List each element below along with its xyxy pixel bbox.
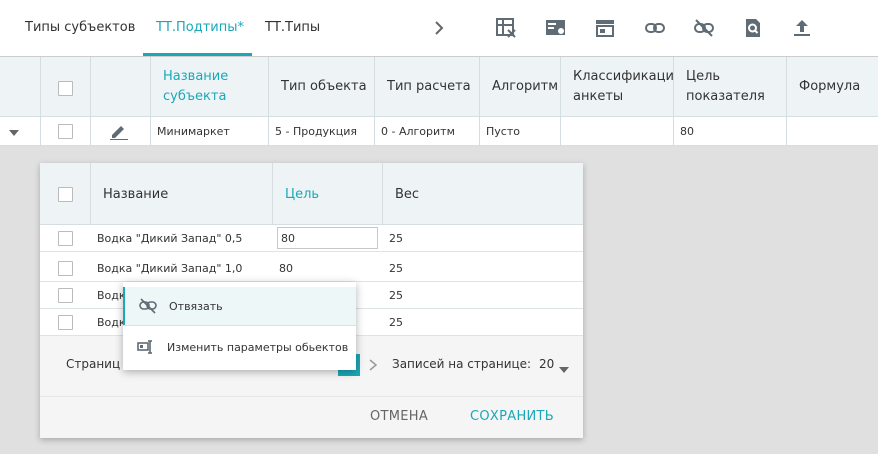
divider <box>786 57 787 146</box>
dialog-column-header-weight[interactable]: Вес <box>395 163 419 225</box>
target-input[interactable]: 80 <box>277 227 378 249</box>
column-header-object-type[interactable]: Тип объекта <box>269 57 374 117</box>
caret-down-icon[interactable] <box>559 362 569 376</box>
dialog-column-header-name[interactable]: Название <box>103 163 168 225</box>
link-icon[interactable] <box>644 17 666 39</box>
item-name: Водка "Дикий Запад" 0,5 <box>97 232 243 245</box>
column-header-algorithm[interactable]: Алгоритм <box>480 57 560 117</box>
item-weight: 25 <box>389 262 403 275</box>
doc-search-icon[interactable] <box>742 17 764 39</box>
store-icon[interactable] <box>594 17 616 39</box>
item-target: 80 <box>279 262 293 275</box>
divider <box>123 325 356 326</box>
row-checkbox[interactable] <box>58 231 73 246</box>
dialog-actions: ОТМЕНА СОХРАНИТЬ <box>40 396 583 438</box>
select-all-checkbox[interactable] <box>58 81 73 96</box>
menu-item-label: Изменить параметры обьектов <box>167 340 349 354</box>
cell-algorithm: Пусто <box>486 125 520 138</box>
tab-tt-subtypes[interactable]: ТТ.Подтипы* <box>156 20 244 35</box>
subtypes-table: Название субъекта Тип объекта Тип расчет… <box>0 57 878 146</box>
column-header-classification[interactable]: Классификация анкеты <box>561 57 673 117</box>
tab-tt-types[interactable]: ТТ.Типы <box>265 20 320 35</box>
cell-object-type: 5 - Продукция <box>275 125 357 138</box>
tab-subject-types[interactable]: Типы субъектов <box>25 20 135 35</box>
dialog-column-header-target[interactable]: Цель <box>285 163 319 225</box>
row-checkbox[interactable] <box>58 124 73 139</box>
dialog-table-header: Название Цель Вес <box>40 163 583 225</box>
cancel-button[interactable]: ОТМЕНА <box>370 409 428 424</box>
divider <box>560 57 561 146</box>
tab-bar: Типы субъектов ТТ.Подтипы* ТТ.Типы <box>0 0 878 57</box>
column-header-formula[interactable]: Формула <box>787 57 878 117</box>
divider <box>272 163 273 225</box>
divider <box>40 57 41 146</box>
cell-calc-type: 0 - Алгоритм <box>381 125 455 138</box>
cell-target: 80 <box>680 125 694 138</box>
item-weight: 25 <box>389 232 403 245</box>
item-name: Водк <box>97 316 126 329</box>
divider <box>673 57 674 146</box>
upload-icon[interactable] <box>791 17 813 39</box>
menu-item-edit-params[interactable]: Изменить параметры обьектов <box>123 328 356 366</box>
menu-item-label: Отвязать <box>169 299 223 313</box>
divider <box>374 57 375 146</box>
chevron-right-icon[interactable] <box>428 17 450 39</box>
unlink-icon[interactable] <box>693 17 715 39</box>
divider <box>90 57 91 146</box>
context-menu: Отвязать Изменить параметры обьектов <box>123 282 356 370</box>
row-checkbox[interactable] <box>58 261 73 276</box>
page-label: Страниц <box>66 357 121 371</box>
cell-name: Минимаркет <box>157 125 230 138</box>
chevron-right-icon[interactable] <box>368 358 378 375</box>
divider <box>90 163 91 225</box>
dialog-select-all-checkbox[interactable] <box>58 187 73 202</box>
list-item[interactable]: Водка "Дикий Запад" 1,0 80 25 <box>40 255 583 282</box>
item-weight: 25 <box>389 289 403 302</box>
divider <box>382 163 383 225</box>
card-user-icon[interactable] <box>545 17 567 39</box>
menu-item-unlink[interactable]: Отвязать <box>123 287 356 325</box>
list-item[interactable]: Водка "Дикий Запад" 0,5 80 25 <box>40 225 583 252</box>
row-checkbox[interactable] <box>58 315 73 330</box>
per-page-select[interactable]: 20 <box>539 357 554 371</box>
divider <box>150 57 151 146</box>
save-button[interactable]: СОХРАНИТЬ <box>470 409 554 424</box>
column-header-calc-type[interactable]: Тип расчета <box>375 57 479 117</box>
pencil-icon[interactable] <box>110 124 128 143</box>
caret-down-icon[interactable] <box>9 126 19 140</box>
cell-formula <box>787 117 793 146</box>
item-name: Водк <box>97 289 126 302</box>
column-header-name[interactable]: Название субъекта <box>151 57 268 117</box>
divider <box>268 57 269 146</box>
subtypes-table-header: Название субъекта Тип объекта Тип расчет… <box>0 57 878 117</box>
table-row[interactable]: Минимаркет 5 - Продукция 0 - Алгоритм Пу… <box>0 117 878 146</box>
column-header-target[interactable]: Цель показателя <box>674 57 786 117</box>
active-tab-indicator <box>143 53 252 56</box>
per-page-label: Записей на странице: <box>392 357 532 371</box>
row-checkbox[interactable] <box>58 288 73 303</box>
item-weight: 25 <box>389 316 403 329</box>
table-clear-icon[interactable] <box>495 17 517 39</box>
cell-classification <box>561 117 567 146</box>
unlink-icon <box>139 298 157 314</box>
item-name: Водка "Дикий Запад" 1,0 <box>97 262 243 275</box>
edit-params-icon <box>137 339 155 355</box>
divider <box>479 57 480 146</box>
